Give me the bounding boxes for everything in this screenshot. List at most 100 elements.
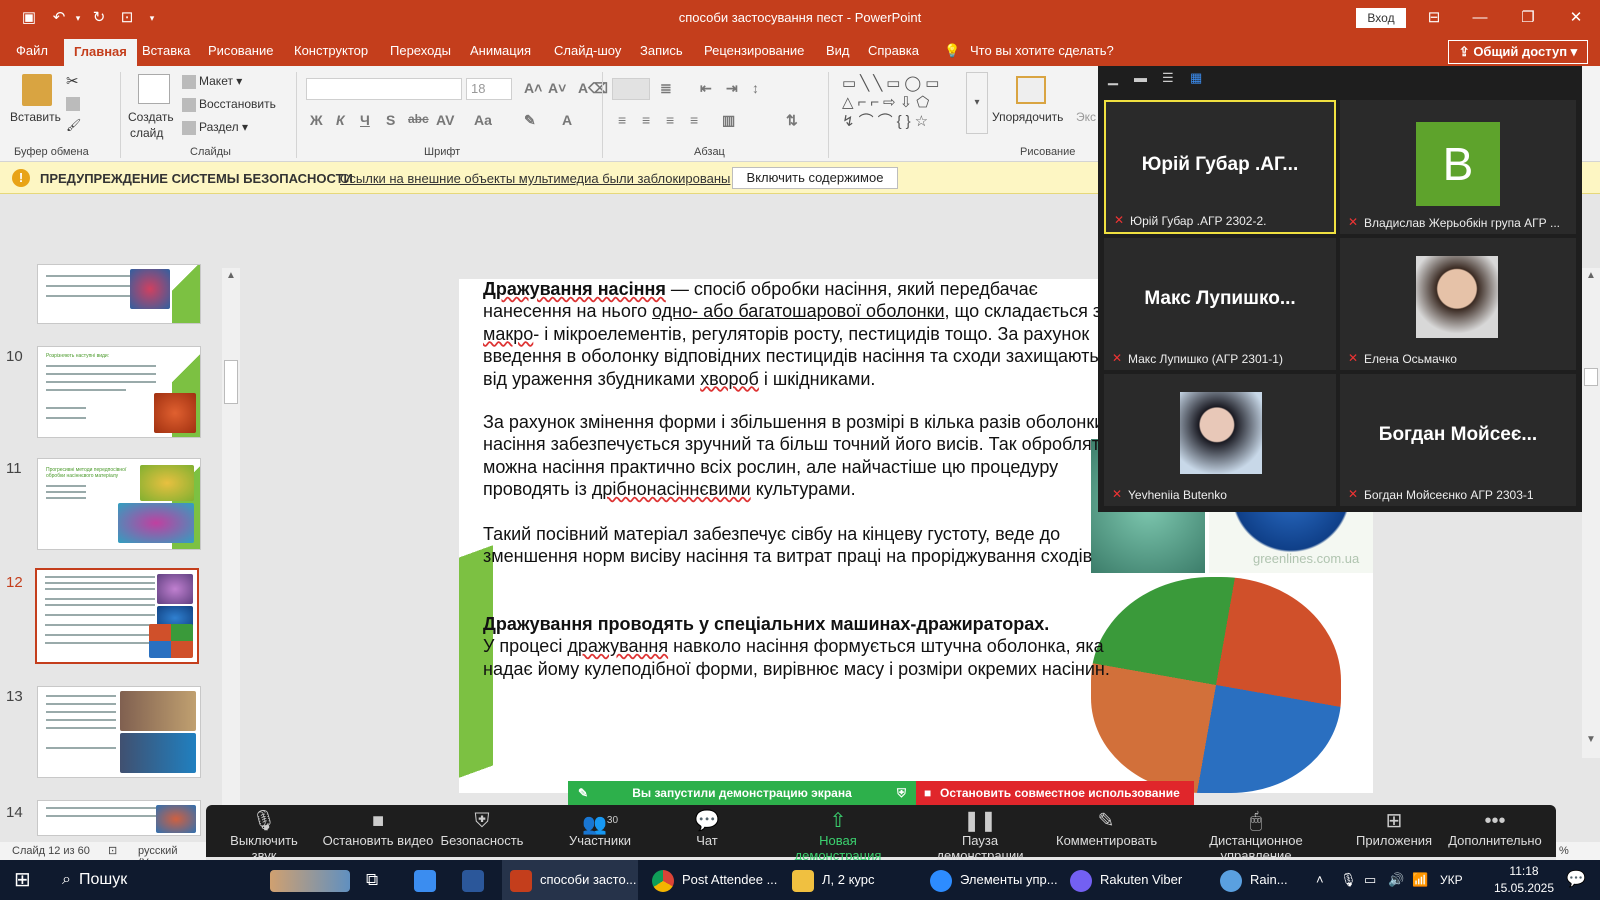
taskbar-app-folder[interactable]: Л, 2 курс [792,860,875,900]
windows-start-icon[interactable]: ⊞ [14,860,31,900]
slide-paragraph-3[interactable]: Такий посівний матеріал забезпечує сівбу… [483,523,1123,568]
tab-animations[interactable]: Анимация [470,43,531,58]
layout-button[interactable]: Макет ▾ [182,74,242,89]
slide-thumbnail-11[interactable]: Прогресивні методи передпосівної обробки… [37,458,201,550]
taskbar-app-zoom[interactable]: Элементы упр... [930,860,1058,900]
tab-insert[interactable]: Вставка [142,43,190,58]
tray-mic-icon[interactable]: 🎙 [1340,860,1357,900]
undo-dropdown-icon[interactable]: ▾ [72,7,84,29]
font-size-select[interactable]: 18 [466,78,512,100]
search-highlight-image[interactable] [270,860,358,900]
stop-video-button[interactable]: ■ Остановить видео [322,809,434,848]
task-view-icon[interactable]: ⧉ [366,860,378,900]
slide-scroll-thumb[interactable] [1584,368,1598,386]
file-explorer-icon[interactable] [414,860,444,900]
underline-button[interactable]: Ч [360,112,370,128]
participant-tile-6[interactable]: Богдан Мойсеє... ✕ Богдан Мойсеєнко АГР … [1340,374,1576,506]
slide-thumbnail-9[interactable] [37,264,201,324]
shadow-button[interactable]: S [386,112,395,128]
tab-home[interactable]: Главная [64,39,137,66]
present-icon[interactable]: ⊡ [116,7,138,29]
apps-button[interactable]: ⊞ Приложения [1356,809,1432,848]
decrease-indent-icon[interactable]: ⇤ [700,80,712,97]
numbering-icon[interactable]: ≣ [660,80,672,97]
reset-button[interactable]: Восстановить [182,97,276,112]
more-button[interactable]: ••• Дополнительно [1446,809,1544,848]
minimize-video-icon[interactable]: ▁ [1108,70,1118,86]
char-spacing-button[interactable]: AV [436,112,454,128]
wifi-icon[interactable]: 📶 [1412,860,1428,900]
new-slide-label[interactable]: Создать [128,110,174,124]
shapes-gallery[interactable]: ▭╲╲▭◯▭ △⌐⌐⇨⇩⬠ ↯⌒⌒{}☆ [842,74,968,132]
strikethrough-button[interactable]: abc [408,112,429,126]
slide-paragraph-2[interactable]: За рахунок змінення форми і збільшення в… [483,411,1123,501]
taskbar-search[interactable]: ⌕ Пошук [62,860,127,900]
tab-transitions[interactable]: Переходы [390,43,451,58]
thumbnail-scrollbar[interactable]: ▲ [222,268,240,813]
new-slide-icon[interactable] [138,74,170,104]
align-left-icon[interactable]: ≡ [618,112,626,128]
participant-tile-5[interactable]: ✕ Yevheniia Butenko [1104,374,1336,506]
undo-icon[interactable]: ↶ [48,7,70,29]
system-clock[interactable]: 11:18 15.05.2025 [1484,863,1564,897]
zoom-percent[interactable]: % [1556,842,1600,860]
tab-review[interactable]: Рецензирование [704,43,804,58]
pause-share-button[interactable]: ❚❚ Пауза демонстрации [918,809,1042,863]
signin-button[interactable]: Вход [1356,8,1406,28]
tab-file[interactable]: Файл [16,43,48,58]
slide-scroll-up-icon[interactable]: ▲ [1586,270,1596,281]
slide-paragraph-4[interactable]: Дражування проводять у спеціальних машин… [483,613,1123,680]
tray-expand-icon[interactable]: ˄ [1316,860,1324,900]
tab-design[interactable]: Конструктор [294,43,368,58]
mute-button[interactable]: 🎙 Выключить звук [216,809,312,863]
section-button[interactable]: Раздел ▾ [182,120,248,135]
taskbar-app-powerpoint[interactable]: способи засто... [502,860,638,900]
chat-button[interactable]: 💬 Чат [682,809,732,848]
bullets-select[interactable] [612,78,650,100]
slide-thumbnail-14[interactable] [37,800,201,836]
express-styles-label[interactable]: Экс [1076,110,1096,124]
scroll-up-icon[interactable]: ▲ [226,270,236,281]
italic-button[interactable]: К [336,112,345,128]
paste-icon[interactable] [22,74,52,106]
weather-widget[interactable]: Rain... [1220,860,1288,900]
enable-content-button[interactable]: Включить содержимое [732,167,898,189]
clear-format-icon[interactable]: A⌫ [578,80,608,97]
grow-font-icon[interactable]: A˄ [524,80,542,96]
tell-me-search[interactable]: Что вы хотите сделать? [970,43,1114,58]
spellcheck-icon[interactable]: ⊡ [108,844,117,857]
volume-icon[interactable]: 🔊 [1388,860,1404,900]
slide-scroll-down-icon[interactable]: ▼ [1586,734,1596,745]
align-center-icon[interactable]: ≡ [642,112,650,128]
paste-label[interactable]: Вставить [10,110,61,124]
speaker-view-icon[interactable]: ☰ [1162,70,1174,86]
text-direction-icon[interactable]: ⇅ [786,112,798,129]
thumbnail-scroll-thumb[interactable] [224,360,238,404]
tab-draw[interactable]: Рисование [208,43,273,58]
annotate-button[interactable]: ✎ Комментировать [1056,809,1157,848]
customize-toolbar-icon[interactable]: ▾ [146,7,158,29]
taskbar-app-chrome[interactable]: Post Attendee ... [652,860,777,900]
shapes-more-icon[interactable]: ▾ [966,72,988,134]
participant-tile-1[interactable]: Юрій Губар .АГ... ✕ Юрій Губар .АГР 2302… [1104,100,1336,234]
participants-button[interactable]: 👥30 Участники [558,809,642,848]
line-spacing-icon[interactable]: ↕ [752,80,759,96]
slide-thumbnail-13[interactable] [37,686,201,778]
highlight-icon[interactable]: ✎ [524,112,536,129]
increase-indent-icon[interactable]: ⇥ [726,80,738,97]
change-case-button[interactable]: Aa [474,112,492,128]
share-button[interactable]: ⇪ Общий доступ ▾ [1448,40,1588,64]
bold-button[interactable]: Ж [310,112,323,128]
tab-view[interactable]: Вид [826,43,850,58]
new-share-button[interactable]: ⇧ Новая демонстрация [776,809,900,863]
align-right-icon[interactable]: ≡ [666,112,674,128]
font-name-select[interactable] [306,78,462,100]
tab-record[interactable]: Запись [640,43,683,58]
gallery-view-icon[interactable]: ▦ [1190,70,1202,86]
shrink-font-icon[interactable]: A˅ [548,80,566,96]
stop-sharing-button[interactable]: ■ Остановить совместное использование [916,781,1194,805]
slide-paragraph-1[interactable]: Дражування насіння — спосіб обробки насі… [483,278,1123,390]
slide-scrollbar[interactable]: ▲ ▼ [1582,268,1600,758]
participant-tile-4[interactable]: ✕ Елена Осьмачко [1340,238,1576,370]
word-icon[interactable] [462,860,492,900]
